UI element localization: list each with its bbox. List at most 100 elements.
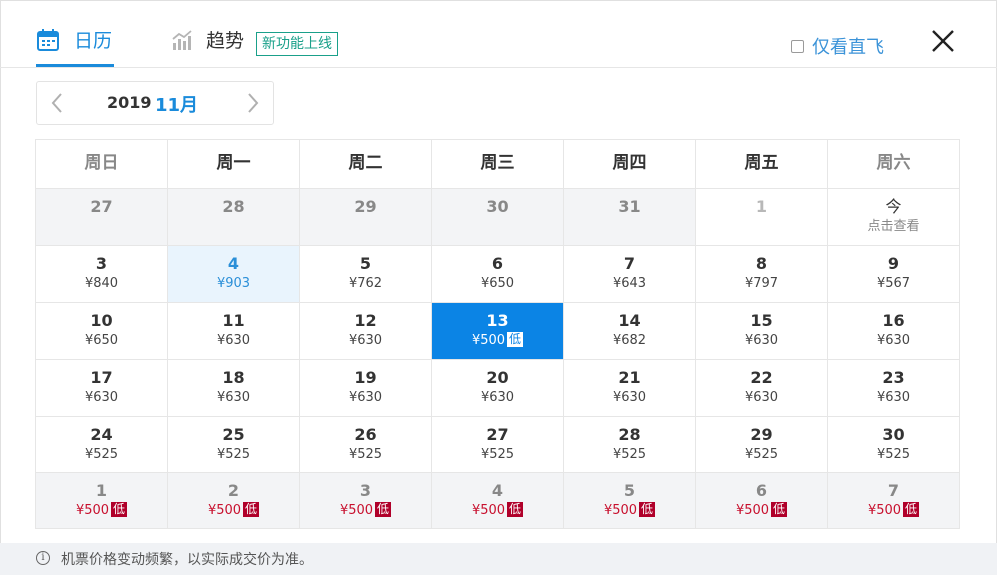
day-cell[interactable]: 4 ¥500 低: [432, 473, 564, 529]
weekday-header: 周二: [300, 140, 432, 189]
day-price-line: ¥500 低: [168, 502, 299, 519]
day-cell[interactable]: 8 ¥797: [696, 246, 828, 303]
info-icon: i: [36, 551, 50, 565]
day-price-line: ¥650: [432, 275, 563, 292]
day-cell[interactable]: 4 ¥903: [168, 246, 300, 303]
day-cell[interactable]: 29 ¥525: [696, 417, 828, 473]
day-cell[interactable]: 7 ¥500 低: [828, 473, 960, 529]
day-price-line: ¥500 低: [564, 502, 695, 519]
day-number: 4: [491, 481, 504, 500]
day-cell[interactable]: 11 ¥630: [168, 303, 300, 360]
day-price-line: ¥630: [36, 389, 167, 406]
day-cell[interactable]: 30 ¥525: [828, 417, 960, 473]
day-cell[interactable]: 5 ¥500 低: [564, 473, 696, 529]
day-number: 27: [90, 197, 113, 216]
day-price-line: ¥762: [300, 275, 431, 292]
day-price-line: ¥630: [828, 389, 959, 406]
day-cell[interactable]: 9 ¥567: [828, 246, 960, 303]
day-cell[interactable]: 20 ¥630: [432, 360, 564, 417]
day-number: 6: [491, 254, 504, 273]
day-cell[interactable]: 6 ¥500 低: [696, 473, 828, 529]
tab-calendar[interactable]: 日历: [36, 26, 115, 67]
day-price: ¥500: [471, 333, 506, 348]
day-cell[interactable]: 22 ¥630: [696, 360, 828, 417]
day-price-line: ¥567: [828, 275, 959, 292]
day-price-line: ¥643: [564, 275, 695, 292]
day-cell[interactable]: 23 ¥630: [828, 360, 960, 417]
day-price: ¥525: [348, 447, 383, 462]
day-number: 14: [618, 311, 641, 330]
day-cell[interactable]: 7 ¥643: [564, 246, 696, 303]
day-cell[interactable]: 1 ¥500 低: [36, 473, 168, 529]
day-price-line: ¥650: [36, 332, 167, 349]
day-number: 4: [227, 254, 240, 273]
day-price: ¥797: [744, 276, 779, 291]
day-cell[interactable]: 6 ¥650: [432, 246, 564, 303]
day-price: ¥650: [84, 333, 119, 348]
day-price-line: ¥500 低: [432, 332, 563, 349]
day-number: 8: [755, 254, 768, 273]
day-number: 20: [486, 368, 509, 387]
chevron-right-icon[interactable]: [243, 91, 263, 115]
day-price-line: ¥903: [168, 275, 299, 292]
day-cell[interactable]: 18 ¥630: [168, 360, 300, 417]
day-cell[interactable]: 12 ¥630: [300, 303, 432, 360]
day-number: 24: [90, 425, 113, 444]
tab-trend[interactable]: 趋势: [170, 26, 244, 64]
day-price-line: ¥500 低: [828, 502, 959, 519]
day-cell[interactable]: 17 ¥630: [36, 360, 168, 417]
day-cell[interactable]: 15 ¥630: [696, 303, 828, 360]
day-cell: 31: [564, 189, 696, 246]
day-price: ¥525: [744, 447, 779, 462]
calendar-icon: [37, 29, 59, 51]
day-cell[interactable]: 3 ¥840: [36, 246, 168, 303]
day-price-line: ¥630: [168, 332, 299, 349]
day-cell[interactable]: 16 ¥630: [828, 303, 960, 360]
day-number: 23: [882, 368, 905, 387]
day-cell[interactable]: 3 ¥500 低: [300, 473, 432, 529]
day-cell[interactable]: 21 ¥630: [564, 360, 696, 417]
day-cell[interactable]: 19 ¥630: [300, 360, 432, 417]
day-price: ¥682: [612, 333, 647, 348]
calendar-week-row: 27 28 29 30 31 1 今点击查看: [36, 189, 960, 246]
day-cell[interactable]: 10 ¥650: [36, 303, 168, 360]
direct-only-toggle[interactable]: 仅看直飞: [791, 33, 884, 59]
year-label: 2019: [107, 93, 152, 112]
day-number: 7: [887, 481, 900, 500]
calendar-grid: 周日 周一 周二 周三 周四 周五 周六 27 28 29 30 31 1 今点击查看 3 ¥8…: [35, 139, 960, 529]
day-price-line: ¥630: [696, 332, 827, 349]
day-cell[interactable]: 2 ¥500 低: [168, 473, 300, 529]
day-number: 9: [887, 254, 900, 273]
day-price-line: ¥630: [828, 332, 959, 349]
weekday-header-row: 周日 周一 周二 周三 周四 周五 周六: [36, 140, 960, 189]
day-cell[interactable]: 24 ¥525: [36, 417, 168, 473]
day-cell[interactable]: 28 ¥525: [564, 417, 696, 473]
day-number: 29: [354, 197, 377, 216]
day-price-line: ¥630: [564, 389, 695, 406]
day-price-line: ¥525: [36, 446, 167, 463]
day-cell[interactable]: 26 ¥525: [300, 417, 432, 473]
day-price: ¥525: [876, 447, 911, 462]
day-price: ¥567: [876, 276, 911, 291]
day-number: 27: [486, 425, 509, 444]
day-cell[interactable]: 14 ¥682: [564, 303, 696, 360]
lowest-price-badge: 低: [903, 502, 920, 517]
lowest-price-badge: 低: [771, 502, 788, 517]
direct-only-checkbox[interactable]: [791, 39, 804, 53]
day-price-line: ¥525: [564, 446, 695, 463]
day-price-line: ¥630: [300, 332, 431, 349]
today-cell[interactable]: 今点击查看: [828, 189, 960, 246]
day-price-line: ¥500 低: [300, 502, 431, 519]
weekday-header: 周三: [432, 140, 564, 189]
selected-day-cell[interactable]: 13 ¥500 低: [432, 303, 564, 360]
day-cell[interactable]: 25 ¥525: [168, 417, 300, 473]
day-number: 5: [359, 254, 372, 273]
chevron-left-icon[interactable]: [47, 91, 67, 115]
day-price-line: ¥525: [828, 446, 959, 463]
direct-only-label: 仅看直飞: [812, 37, 884, 58]
day-cell[interactable]: 5 ¥762: [300, 246, 432, 303]
day-cell[interactable]: 1: [696, 189, 828, 246]
close-icon[interactable]: [930, 28, 956, 54]
day-number: 12: [354, 311, 377, 330]
day-cell[interactable]: 27 ¥525: [432, 417, 564, 473]
